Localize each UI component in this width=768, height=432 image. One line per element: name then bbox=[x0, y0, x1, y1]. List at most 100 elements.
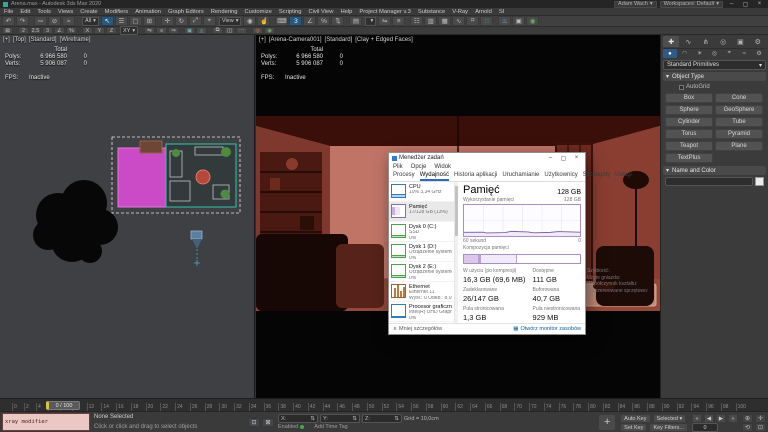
tm-menu-plik[interactable]: Plik bbox=[393, 164, 403, 170]
viewport-pov-label[interactable]: [Arena-Camera001] bbox=[269, 37, 322, 43]
camera-gizmo[interactable] bbox=[191, 231, 202, 266]
array-tool-icon[interactable]: ⧉ bbox=[212, 27, 223, 34]
select-by-name-icon[interactable]: ☰ bbox=[115, 16, 128, 26]
panel-tab-create[interactable]: ✚ bbox=[663, 36, 679, 47]
add-time-tag[interactable]: Add Time Tag bbox=[314, 424, 348, 430]
viewport-menu-plus[interactable]: [+] bbox=[3, 37, 10, 43]
quick-align-icon[interactable]: ⇒ bbox=[168, 27, 179, 34]
category-geometry[interactable]: ● bbox=[663, 49, 677, 58]
isolate-selection-toggle[interactable]: ⊡ bbox=[248, 418, 260, 427]
go-to-end-button[interactable]: » bbox=[728, 414, 738, 423]
menu-item-scripting[interactable]: Scripting bbox=[279, 9, 302, 15]
rollout-name-and-color[interactable]: ▾ Name and Color bbox=[663, 166, 766, 175]
tm-tab-us-ugi[interactable]: Usługi bbox=[615, 171, 632, 181]
xview-icon[interactable]: ◬ bbox=[196, 27, 207, 34]
category-cameras[interactable]: ◎ bbox=[708, 49, 722, 58]
selection-lock-toggle[interactable]: ⊠ bbox=[2, 27, 13, 34]
toggle-scene-explorer-icon[interactable]: ☷ bbox=[410, 16, 423, 26]
rectangular-region-icon[interactable]: ▢ bbox=[129, 16, 142, 26]
primitive-button-pyramid[interactable]: Pyramid bbox=[715, 129, 763, 139]
primitive-button-plane[interactable]: Plane bbox=[715, 141, 763, 151]
panel-tab-hierarchy[interactable]: ⋔ bbox=[698, 36, 714, 47]
z-coordinate-field[interactable]: Z:⇅ bbox=[362, 414, 402, 423]
primitive-button-geosphere[interactable]: GeoSphere bbox=[715, 105, 763, 115]
category-helpers[interactable]: ⌖ bbox=[722, 49, 736, 58]
render-iterative-icon[interactable]: ◍ bbox=[252, 27, 263, 34]
viewport-menu-plus[interactable]: [+] bbox=[259, 37, 266, 43]
menu-item-views[interactable]: Views bbox=[58, 9, 73, 15]
pan-icon[interactable]: ✛ bbox=[755, 414, 766, 423]
perf-item-cpu[interactable]: CPU10% 3,34 GHz bbox=[389, 182, 454, 202]
orbit-icon[interactable]: ⟲ bbox=[742, 423, 753, 432]
minimize-button[interactable]: – bbox=[726, 1, 737, 8]
panel-tab-display[interactable]: ▣ bbox=[732, 36, 748, 47]
undo-icon[interactable]: ↶ bbox=[2, 16, 15, 26]
menu-item-project-manager-v-3[interactable]: Project Manager v.3 bbox=[359, 9, 410, 15]
reference-coordinate-dropdown[interactable]: View▾ bbox=[219, 17, 242, 26]
curve-editor-icon[interactable]: ∿ bbox=[452, 16, 465, 26]
redo-icon[interactable]: ↷ bbox=[16, 16, 29, 26]
panel-tab-motion[interactable]: ◎ bbox=[715, 36, 731, 47]
tm-menu-widok[interactable]: Widok bbox=[434, 164, 451, 170]
align-tool-icon[interactable]: ≡ bbox=[156, 27, 167, 34]
angle-snap-toggle-icon[interactable]: ∠ bbox=[54, 27, 65, 34]
task-manager-titlebar[interactable]: Menedżer zadań – ▢ × bbox=[389, 153, 585, 163]
tm-minimize-button[interactable]: – bbox=[545, 154, 556, 163]
unlink-selection-icon[interactable]: ⊘ bbox=[48, 16, 61, 26]
percent-snap-toggle-icon[interactable]: % bbox=[66, 27, 77, 34]
rollout-object-type[interactable]: ▾ Object Type bbox=[663, 72, 766, 81]
viewport-renderer-label[interactable]: [Standard] bbox=[325, 37, 353, 43]
menu-item-rendering[interactable]: Rendering bbox=[211, 9, 238, 15]
menu-item-v-ray[interactable]: V-Ray bbox=[452, 9, 468, 15]
set-key-button[interactable]: Set Key bbox=[620, 423, 647, 432]
viewport-renderer-label[interactable]: [Standard] bbox=[29, 37, 57, 43]
align-icon[interactable]: ≡ bbox=[392, 16, 405, 26]
select-and-manipulate-icon[interactable]: ☝ bbox=[257, 16, 270, 26]
schematic-view-icon[interactable]: ⌗ bbox=[466, 16, 479, 26]
snap-2d-icon[interactable]: 2 bbox=[18, 27, 29, 34]
menu-item-file[interactable]: File bbox=[4, 9, 13, 15]
primitive-button-torus[interactable]: Torus bbox=[665, 129, 713, 139]
plane-constraint-dropdown[interactable]: XY▾ bbox=[120, 26, 138, 35]
tm-tab-wydajno[interactable]: Wydajność bbox=[420, 171, 449, 181]
render-last-icon[interactable]: ◉ bbox=[264, 27, 275, 34]
select-and-move-icon[interactable]: ✛ bbox=[161, 16, 174, 26]
render-production-icon[interactable]: ◉ bbox=[526, 16, 539, 26]
select-object-icon[interactable]: ↖ bbox=[101, 16, 114, 26]
category-shapes[interactable]: ◠ bbox=[678, 49, 692, 58]
percent-snap-icon[interactable]: % bbox=[317, 16, 330, 26]
category-spacewarps[interactable]: ≈ bbox=[737, 49, 751, 58]
primitive-button-cone[interactable]: Cone bbox=[715, 93, 763, 103]
open-resource-monitor-link[interactable]: ▦ Otwórz monitor zasobów bbox=[513, 326, 581, 332]
viewport-shading-label[interactable]: [Clay + Edged Faces] bbox=[355, 37, 413, 43]
close-button[interactable]: × bbox=[754, 1, 765, 8]
previous-frame-button[interactable]: ◀ bbox=[704, 414, 714, 423]
menu-item-si[interactable]: SI bbox=[499, 9, 504, 15]
spinner-icon[interactable]: ⇅ bbox=[394, 416, 399, 422]
perf-item-dysk-0-c[interactable]: Dysk 0 (C:)SSD0% bbox=[389, 222, 454, 242]
selected-dropdown[interactable]: Selected ▾ bbox=[653, 414, 687, 423]
snap-25d-icon[interactable]: 2.5 bbox=[30, 27, 41, 34]
menu-item-tools[interactable]: Tools bbox=[37, 9, 51, 15]
select-and-place-icon[interactable]: ⌖ bbox=[203, 16, 216, 26]
primitive-button-cylinder[interactable]: Cylinder bbox=[665, 117, 713, 127]
object-color-swatch[interactable] bbox=[755, 177, 764, 186]
adaptive-degradation-status[interactable]: Enabled bbox=[278, 424, 304, 430]
perf-item-dysk-2-e[interactable]: Dysk 2 (E:)Urządzenie systemowe0% bbox=[389, 262, 454, 282]
x-constraint-button[interactable]: X bbox=[82, 27, 93, 34]
toggle-layer-explorer-icon[interactable]: ▥ bbox=[424, 16, 437, 26]
go-to-start-button[interactable]: « bbox=[692, 414, 702, 423]
rendered-frame-window-icon[interactable]: ▣ bbox=[512, 16, 525, 26]
autogrid-checkbox[interactable]: AutoGrid bbox=[679, 83, 766, 91]
crossing-selection-icon[interactable]: ⊞ bbox=[143, 16, 156, 26]
maximize-button[interactable]: ▢ bbox=[740, 1, 751, 8]
perf-item-ethernet[interactable]: EthernetEthernet 11Wysł.: 0 Odeb.: 8,0 K… bbox=[389, 282, 454, 302]
menu-item-civil-view[interactable]: Civil View bbox=[308, 9, 333, 15]
tm-tab-szczeg-y[interactable]: Szczegóły bbox=[583, 171, 610, 181]
key-filters-button[interactable]: Key Filters... bbox=[649, 423, 688, 432]
tm-tab-historia-aplikacji[interactable]: Historia aplikacji bbox=[454, 171, 497, 181]
primitive-button-tube[interactable]: Tube bbox=[715, 117, 763, 127]
graphite-ribbon-icon[interactable]: ▦ bbox=[438, 16, 451, 26]
tm-tab-uruchamianie[interactable]: Uruchamianie bbox=[502, 171, 539, 181]
tm-maximize-button[interactable]: ▢ bbox=[558, 154, 569, 163]
